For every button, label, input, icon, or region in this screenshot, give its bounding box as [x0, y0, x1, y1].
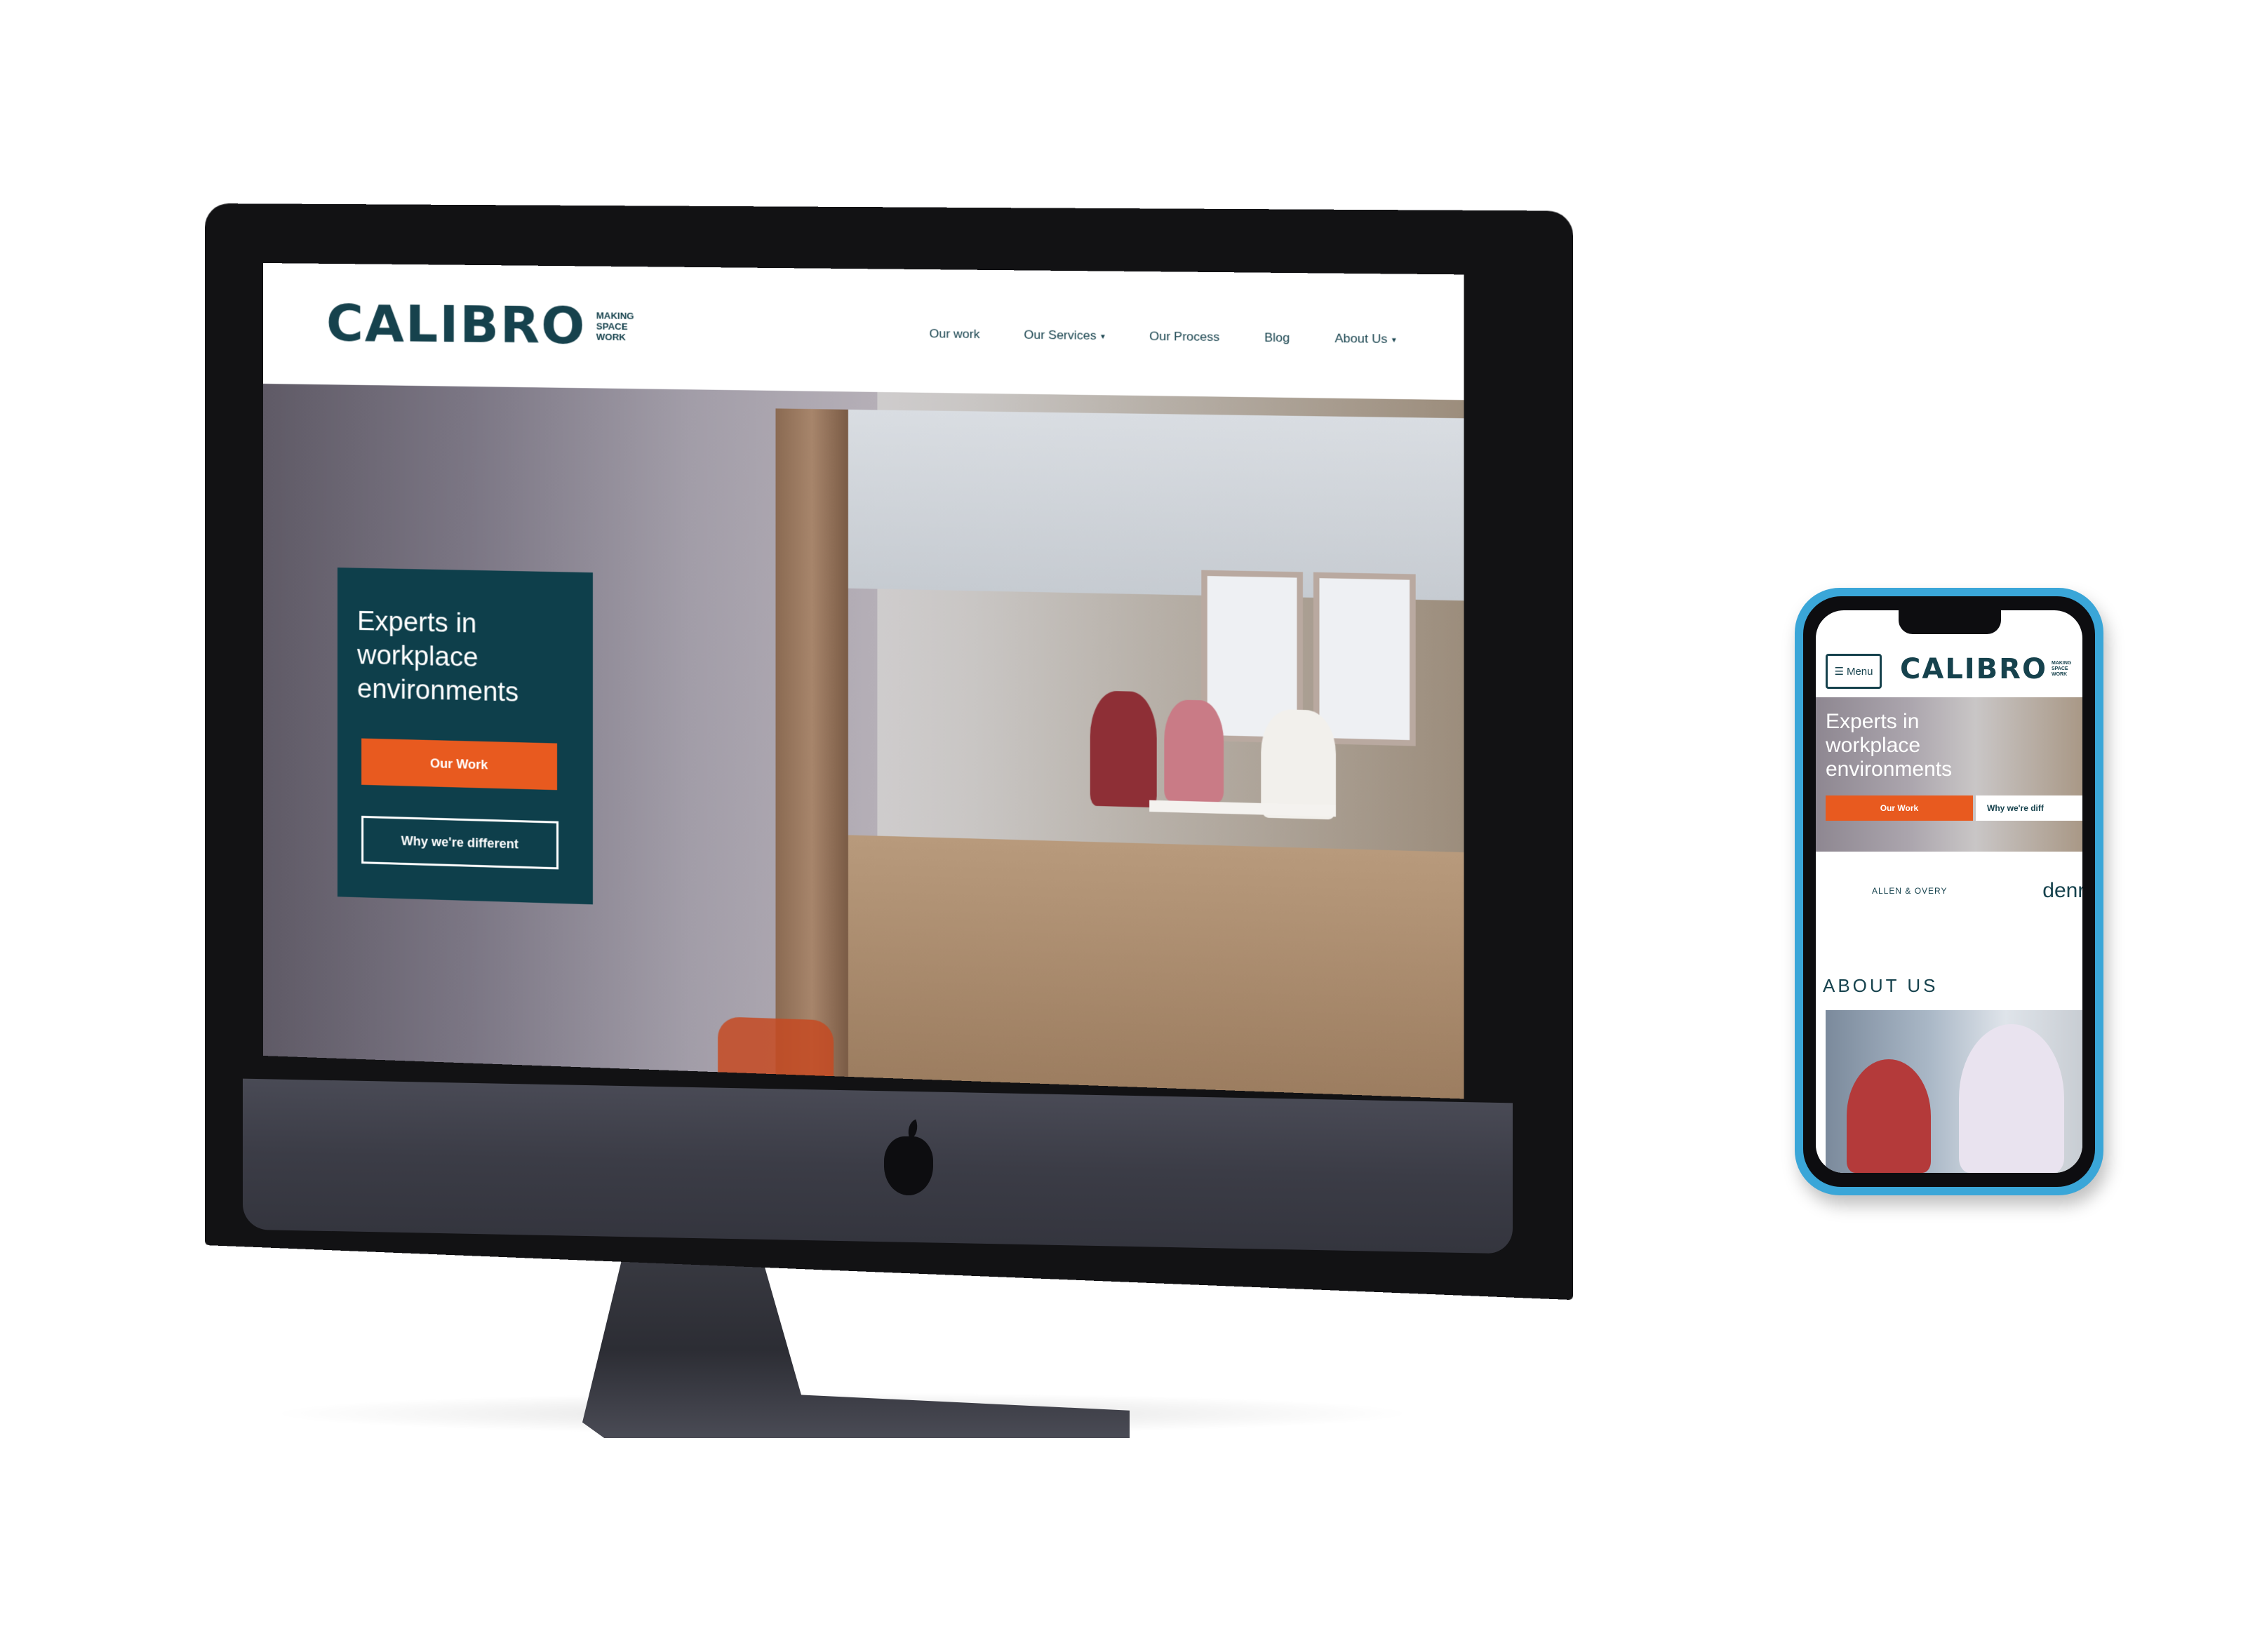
apple-logo-icon	[884, 1136, 933, 1195]
menu-button[interactable]: ☰ Menu	[1826, 654, 1882, 689]
hero-image: Experts in workplace environments Our Wo…	[263, 384, 1464, 1099]
tagline-line: WORK	[596, 331, 626, 342]
mobile-why-different-button[interactable]: Why we're diff	[1976, 795, 2082, 821]
imac-chin	[243, 1078, 1513, 1254]
site-header: CALIBRO MAKING SPACE WORK Our work Our S…	[263, 263, 1464, 401]
hero-chair	[718, 1016, 834, 1078]
nav-item-blog[interactable]: Blog	[1264, 330, 1290, 345]
client-logo: denro	[2042, 879, 2082, 902]
nav-item-label: Our Services	[1024, 328, 1097, 343]
why-different-button[interactable]: Why we're different	[361, 815, 559, 870]
nav-item-our-work[interactable]: Our work	[930, 327, 980, 342]
logo-wordmark: CALIBRO	[326, 293, 587, 356]
about-heading: ABOUT US	[1823, 975, 1939, 996]
nav-item-label: About Us	[1334, 331, 1388, 347]
hero-door	[775, 408, 848, 1077]
mobile-logo[interactable]: CALIBRO MAKING SPACE WORK	[1900, 655, 2078, 683]
hero-title: Experts in workplace environments	[357, 606, 519, 708]
mobile-header: ☰ Menu CALIBRO MAKING SPACE WORK	[1816, 641, 2082, 697]
desktop-website: CALIBRO MAKING SPACE WORK Our work Our S…	[263, 263, 1464, 1099]
mobile-hero-title: Experts in workplace environments	[1826, 710, 1953, 781]
nav-item-label: Our Process	[1149, 329, 1220, 344]
hero-ceiling	[848, 409, 1464, 601]
nav-item-about-us[interactable]: About Us ▾	[1334, 331, 1396, 347]
nav-item-label: Blog	[1264, 330, 1290, 345]
photo-person	[1959, 1024, 2064, 1173]
tagline-line: MAKING	[2051, 661, 2072, 666]
photo-person	[1847, 1059, 1931, 1173]
nav-item-our-services[interactable]: Our Services ▾	[1024, 328, 1104, 343]
logo-tagline: MAKING SPACE WORK	[596, 310, 639, 342]
logo-tagline: MAKING SPACE WORK	[2052, 661, 2078, 678]
hero-card: Experts in workplace environments Our Wo…	[337, 568, 593, 905]
phone-device: ☰ Menu CALIBRO MAKING SPACE WORK Experts…	[1795, 588, 2103, 1195]
logo-wordmark: CALIBRO	[1900, 653, 2047, 685]
nav-item-our-process[interactable]: Our Process	[1149, 329, 1219, 344]
site-logo[interactable]: CALIBRO MAKING SPACE WORK	[326, 293, 639, 356]
mobile-our-work-button[interactable]: Our Work	[1826, 795, 1973, 821]
tagline-line: SPACE	[596, 320, 628, 332]
main-nav: Our work Our Services ▾ Our Process Blog…	[930, 327, 1396, 347]
client-logos: ALLEN & OVERY denro	[1816, 870, 2082, 912]
mobile-hero: Experts in workplace environments Our Wo…	[1816, 697, 2082, 852]
hero-window	[1313, 572, 1416, 746]
tagline-line: MAKING	[596, 309, 634, 321]
nav-item-label: Our work	[929, 326, 980, 342]
client-logo: ALLEN & OVERY	[1872, 886, 1948, 896]
tagline-line: SPACE	[2051, 666, 2068, 671]
phone-bezel: ☰ Menu CALIBRO MAKING SPACE WORK Experts…	[1803, 596, 2095, 1187]
hero-floor	[848, 835, 1464, 1099]
menu-label: Menu	[1846, 665, 1873, 678]
hero-person	[1090, 690, 1157, 808]
phone-notch	[1899, 610, 2001, 634]
our-work-button[interactable]: Our Work	[361, 738, 558, 791]
mobile-website: ☰ Menu CALIBRO MAKING SPACE WORK Experts…	[1816, 610, 2082, 1173]
hamburger-icon: ☰	[1834, 666, 1844, 678]
chevron-down-icon: ▾	[1100, 332, 1105, 341]
about-photo	[1826, 1010, 2082, 1173]
tagline-line: WORK	[2051, 672, 2068, 677]
chevron-down-icon: ▾	[1391, 335, 1396, 344]
hero-person	[1164, 699, 1224, 803]
